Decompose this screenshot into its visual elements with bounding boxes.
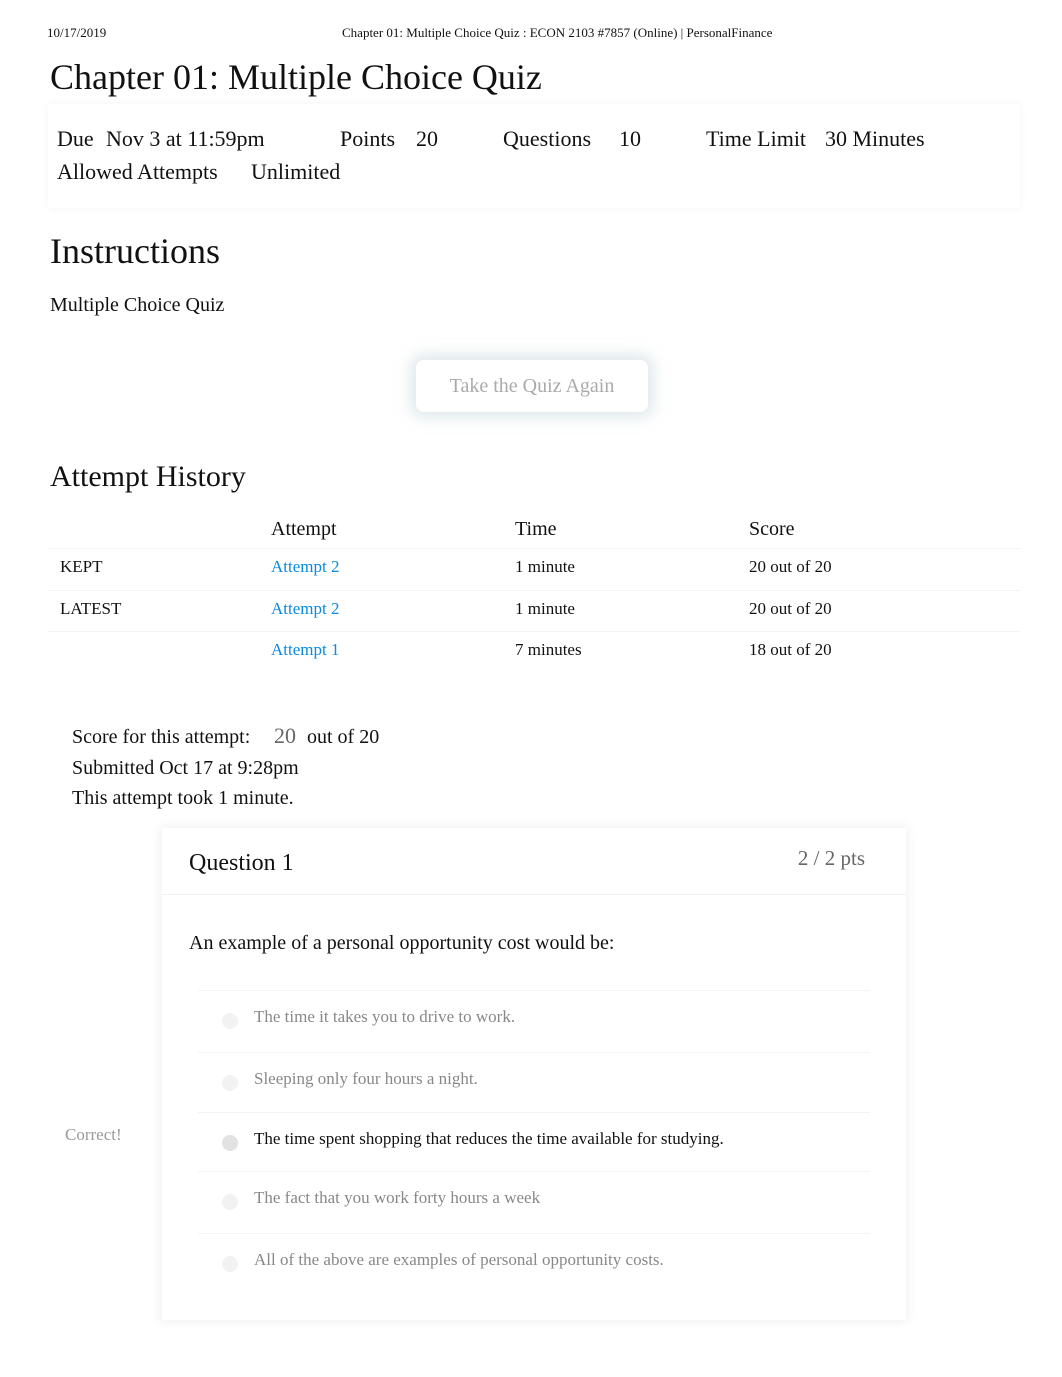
row-time: 1 minute xyxy=(515,599,575,618)
page-title: Chapter 01: Multiple Choice Quiz xyxy=(50,57,542,97)
row-time: 7 minutes xyxy=(515,640,582,659)
question-card: Question 1 2 / 2 pts An example of a per… xyxy=(162,828,906,1320)
question-points: 2 / 2 pts xyxy=(797,846,865,870)
column-header-attempt: Attempt xyxy=(271,518,337,540)
duration-text: This attempt took 1 minute. xyxy=(72,787,294,809)
score-value: 20 xyxy=(274,723,296,748)
points-label: Points xyxy=(340,126,396,151)
answer-option[interactable]: All of the above are examples of persona… xyxy=(198,1233,870,1294)
questions-value: 10 xyxy=(619,126,641,151)
questions-label: Questions xyxy=(503,126,591,151)
due-label: Due xyxy=(57,126,94,151)
instructions-text: Multiple Choice Quiz xyxy=(50,294,225,316)
radio-icon[interactable] xyxy=(222,1194,238,1210)
row-tag: KEPT xyxy=(60,557,103,576)
question-text: An example of a personal opportunity cos… xyxy=(189,932,615,954)
points-value: 20 xyxy=(416,126,438,151)
correct-label: Correct! xyxy=(65,1125,122,1144)
attempts-label: Allowed Attempts xyxy=(57,159,218,184)
answer-text: The fact that you work forty hours a wee… xyxy=(254,1188,541,1207)
row-score: 18 out of 20 xyxy=(749,640,832,659)
time-limit-label: Time Limit xyxy=(706,126,807,151)
answer-option[interactable]: The fact that you work forty hours a wee… xyxy=(198,1171,870,1232)
column-header-score: Score xyxy=(749,518,795,540)
answer-text: Sleeping only four hours a night. xyxy=(254,1069,478,1088)
answer-text: The time it takes you to drive to work. xyxy=(254,1007,516,1026)
table-row: LATEST Attempt 2 1 minute 20 out of 20 xyxy=(48,590,1020,633)
table-row: Attempt 1 7 minutes 18 out of 20 xyxy=(48,631,1020,674)
question-title: Question 1 xyxy=(189,850,294,876)
answer-option[interactable]: Sleeping only four hours a night. xyxy=(198,1052,870,1113)
due-value: Nov 3 at 11:59pm xyxy=(106,126,265,151)
attempt-link[interactable]: Attempt 2 xyxy=(271,599,339,619)
answer-option[interactable]: The time it takes you to drive to work. xyxy=(198,990,870,1051)
attempt-history-table: Attempt Time Score KEPT Attempt 2 1 minu… xyxy=(48,512,1020,707)
column-header-time: Time xyxy=(515,518,557,540)
instructions-heading: Instructions xyxy=(50,231,220,271)
submitted-text: Submitted Oct 17 at 9:28pm xyxy=(72,757,299,779)
print-title: Chapter 01: Multiple Choice Quiz : ECON … xyxy=(342,25,773,40)
answer-text: All of the above are examples of persona… xyxy=(254,1250,664,1269)
print-date: 10/17/2019 xyxy=(47,25,107,40)
attempt-link[interactable]: Attempt 1 xyxy=(271,640,339,660)
table-row: KEPT Attempt 2 1 minute 20 out of 20 xyxy=(48,548,1020,591)
attempts-value: Unlimited xyxy=(251,159,341,184)
row-tag: LATEST xyxy=(60,599,122,618)
score-suffix: out of 20 xyxy=(307,726,380,748)
score-label: Score for this attempt: xyxy=(72,726,251,748)
quiz-details: Due Nov 3 at 11:59pm Points 20 Questions… xyxy=(48,104,1020,208)
radio-icon[interactable] xyxy=(222,1013,238,1029)
row-score: 20 out of 20 xyxy=(749,599,832,618)
radio-selected-icon[interactable] xyxy=(222,1135,238,1151)
row-score: 20 out of 20 xyxy=(749,557,832,576)
attempt-link[interactable]: Attempt 2 xyxy=(271,557,339,577)
answer-option-selected[interactable]: The time spent shopping that reduces the… xyxy=(198,1112,870,1173)
take-quiz-again-button[interactable]: Take the Quiz Again xyxy=(416,360,648,412)
radio-icon[interactable] xyxy=(222,1075,238,1091)
answer-text: The time spent shopping that reduces the… xyxy=(254,1129,724,1148)
row-time: 1 minute xyxy=(515,557,575,576)
radio-icon[interactable] xyxy=(222,1256,238,1272)
time-limit-value: 30 Minutes xyxy=(825,126,925,151)
attempt-history-heading: Attempt History xyxy=(50,460,246,493)
question-header: Question 1 2 / 2 pts xyxy=(162,828,906,895)
